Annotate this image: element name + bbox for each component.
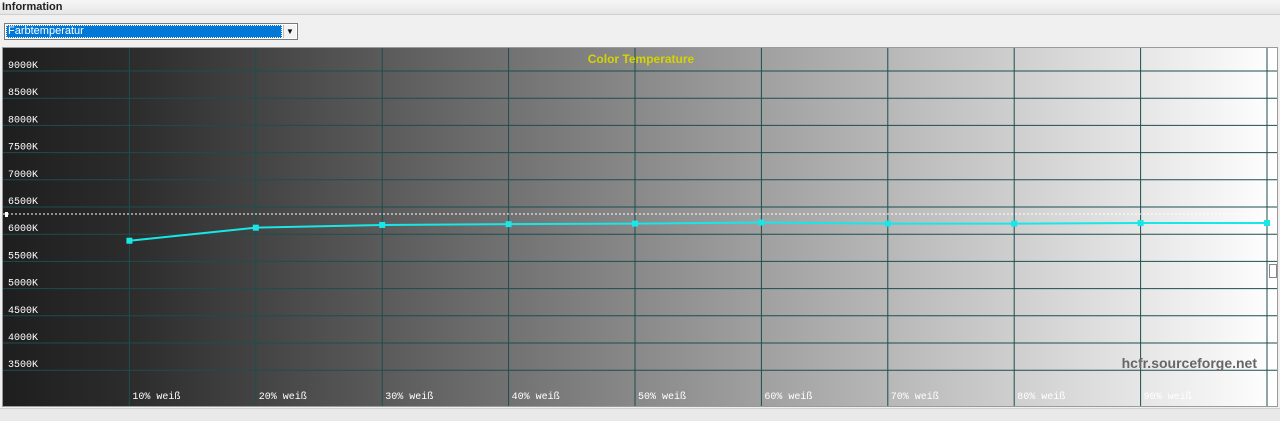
- chart-background: [3, 48, 1277, 406]
- x-tick-label: 30% weiß: [385, 391, 433, 403]
- chart-svg: 9000K 8500K 8000K 7500K 7000K 6500K 6000K 5500K…: [3, 48, 1277, 406]
- information-section-header: Information: [0, 0, 1280, 15]
- data-point: [884, 220, 891, 227]
- chart-title: Color Temperature: [588, 52, 695, 66]
- x-tick-label: 70% weiß: [891, 391, 939, 403]
- x-tick-label: 60% weiß: [764, 391, 812, 403]
- y-tick-label: 9000K: [8, 61, 38, 72]
- y-tick-label: 6000K: [8, 224, 38, 235]
- data-point: [758, 219, 765, 226]
- x-tick-label: 40% weiß: [512, 391, 560, 403]
- y-tick-label: 6500K: [8, 197, 38, 208]
- y-tick-label: 5500K: [8, 251, 38, 262]
- section-title: Information: [2, 1, 63, 13]
- y-tick-label: 4000K: [8, 333, 38, 344]
- data-point: [632, 220, 638, 227]
- data-point: [252, 224, 259, 231]
- bottom-strip: [0, 408, 1280, 421]
- data-point: [379, 221, 386, 228]
- measure-type-select[interactable]: Farbtemperatur ▼: [4, 23, 298, 40]
- y-tick-label: 3500K: [8, 360, 38, 371]
- y-tick-label: 4500K: [8, 306, 38, 317]
- x-tick-label: 50% weiß: [638, 391, 686, 403]
- y-tick-label: 8000K: [8, 115, 38, 126]
- data-point: [1011, 220, 1018, 227]
- reference-marker: [5, 212, 8, 217]
- y-tick-label: 7000K: [8, 170, 38, 181]
- x-tick-label: 80% weiß: [1017, 391, 1065, 403]
- x-axis-ticks: 10% weiß 20% weiß 30% weiß 40% weiß 50% weiß…: [132, 391, 1191, 403]
- measure-type-selected-value: Farbtemperatur: [6, 25, 282, 38]
- y-tick-label: 8500K: [8, 88, 38, 99]
- watermark-text: hcfr.sourceforge.net: [1122, 355, 1258, 371]
- color-temperature-chart: 9000K 8500K 8000K 7500K 7000K 6500K 6000K 5500K…: [2, 47, 1278, 407]
- x-tick-label: 20% weiß: [259, 391, 307, 403]
- y-tick-label: 5000K: [8, 279, 38, 290]
- data-point: [1137, 220, 1144, 227]
- x-tick-label: 90% weiß: [1144, 391, 1192, 403]
- x-tick-label: 10% weiß: [132, 391, 180, 403]
- data-point: [1264, 220, 1270, 227]
- y-tick-label: 7500K: [8, 143, 38, 154]
- chevron-down-icon[interactable]: ▼: [283, 25, 296, 38]
- data-point: [505, 221, 512, 228]
- chart-reference-handle[interactable]: [1269, 264, 1277, 278]
- data-point: [126, 237, 133, 244]
